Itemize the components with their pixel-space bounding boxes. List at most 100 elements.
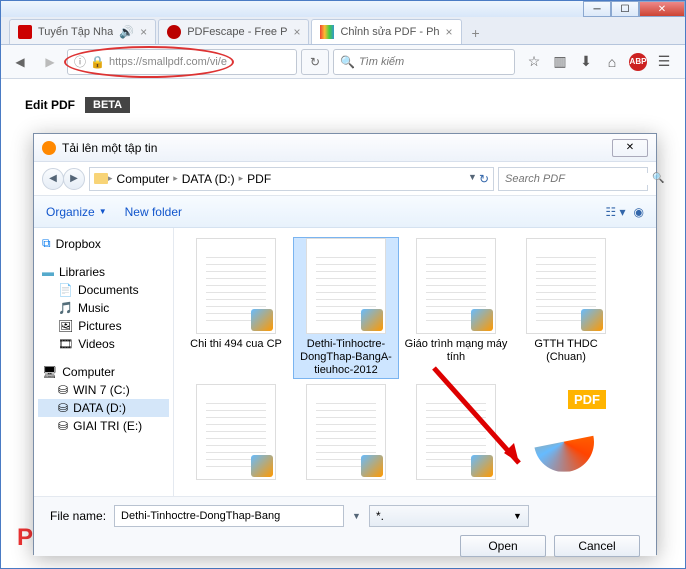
folder-search[interactable]: 🔍 <box>498 167 648 191</box>
cancel-button[interactable]: Cancel <box>554 535 640 557</box>
url-bar[interactable]: ⓘ 🔒 https://smallpdf.com/vi/e <box>67 49 297 75</box>
drive-icon: ⛁ <box>58 401 68 415</box>
breadcrumb-seg[interactable]: DATA (D:) <box>178 172 239 186</box>
file-label: Dethi-Tinhoctre-DongThap-BangA-tieuhoc-2… <box>294 338 398 378</box>
file-thumb <box>416 238 496 334</box>
search-box[interactable]: 🔍 <box>333 49 515 75</box>
file-item[interactable] <box>404 384 508 480</box>
tab-smallpdf[interactable]: Chỉnh sửa PDF - Ph × <box>311 19 461 44</box>
pdf-app-icon: PDF <box>526 384 606 480</box>
breadcrumb-seg[interactable]: PDF <box>243 172 275 186</box>
tree-videos[interactable]: 🎞Videos <box>38 335 169 353</box>
search-icon: 🔍 <box>652 173 664 184</box>
chevron-down-icon: ▼ <box>513 511 522 521</box>
folder-icon <box>94 173 108 184</box>
tree-computer[interactable]: 🖥Computer <box>38 363 169 381</box>
foxit-icon <box>581 309 603 331</box>
info-icon[interactable]: ⓘ <box>74 53 86 70</box>
foxit-icon <box>251 309 273 331</box>
chevron-down-icon[interactable]: ▼ <box>468 172 477 186</box>
foxit-icon <box>471 309 493 331</box>
firefox-icon <box>42 141 56 155</box>
dialog-body: ⧉Dropbox ▬Libraries 📄Documents 🎵Music 🖼P… <box>34 228 656 496</box>
reload-button[interactable]: ↻ <box>301 49 329 75</box>
menu-icon[interactable]: ☰ <box>655 53 673 71</box>
toolbar-icons: ☆ ▥ ⬇ ⌂ ABP ☰ <box>519 53 679 71</box>
dialog-close-button[interactable]: ✕ <box>612 139 648 157</box>
download-icon[interactable]: ⬇ <box>577 53 595 71</box>
url-text: https://smallpdf.com/vi/e <box>109 56 290 68</box>
organize-menu[interactable]: Organize ▼ <box>46 205 107 219</box>
chevron-down-icon: ▼ <box>99 207 107 216</box>
search-input[interactable] <box>359 56 508 68</box>
new-tab-button[interactable]: + <box>464 22 488 44</box>
folder-tree: ⧉Dropbox ▬Libraries 📄Documents 🎵Music 🖼P… <box>34 228 174 496</box>
file-item[interactable]: Giáo trình mạng máy tính <box>404 238 508 378</box>
speaker-icon: 🔊 <box>119 25 134 39</box>
home-icon[interactable]: ⌂ <box>603 53 621 71</box>
page-title: Edit PDF BETA <box>25 97 661 113</box>
minimize-button[interactable]: ─ <box>583 1 611 17</box>
filename-label: File name: <box>50 509 106 523</box>
filename-input[interactable] <box>114 505 344 527</box>
tree-dropbox[interactable]: ⧉Dropbox <box>38 234 169 253</box>
videos-icon: 🎞 <box>58 337 73 351</box>
maximize-button[interactable]: ☐ <box>611 1 639 17</box>
foxit-icon <box>471 455 493 477</box>
open-button[interactable]: Open <box>460 535 546 557</box>
file-item[interactable]: Chi thi 494 cua CP <box>184 238 288 378</box>
chevron-down-icon[interactable]: ▼ <box>352 511 361 521</box>
new-folder-button[interactable]: New folder <box>125 205 182 219</box>
tab-label: PDFescape - Free P <box>187 26 287 38</box>
file-item[interactable] <box>184 384 288 480</box>
tab-close-icon[interactable]: × <box>446 25 453 39</box>
tree-libraries[interactable]: ▬Libraries <box>38 263 169 281</box>
help-icon[interactable]: ◉ <box>634 205 644 219</box>
tree-music[interactable]: 🎵Music <box>38 299 169 317</box>
file-thumb <box>306 384 386 480</box>
file-open-dialog: Tải lên một tập tin ✕ ◀ ▶ ▸ Computer ▸ D… <box>33 133 657 555</box>
tab-strip: Tuyển Tập Nha 🔊 × PDFescape - Free P × C… <box>1 17 685 45</box>
bookmark-star-icon[interactable]: ☆ <box>525 53 543 71</box>
close-button[interactable]: ✕ <box>639 1 685 17</box>
tab-close-icon[interactable]: × <box>140 25 147 39</box>
file-item[interactable]: GTTH THDC (Chuan) <box>514 238 618 378</box>
lock-icon: 🔒 <box>90 55 105 69</box>
tab-youtube[interactable]: Tuyển Tập Nha 🔊 × <box>9 19 156 44</box>
filetype-value: *. <box>376 509 384 523</box>
tree-documents[interactable]: 📄Documents <box>38 281 169 299</box>
pictures-icon: 🖼 <box>58 319 73 333</box>
tab-pdfescape[interactable]: PDFescape - Free P × <box>158 19 309 44</box>
tab-label: Chỉnh sửa PDF - Ph <box>340 26 439 38</box>
forward-button[interactable]: ▶ <box>37 49 63 75</box>
tab-label: Tuyển Tập Nha <box>38 26 113 38</box>
file-thumb <box>416 384 496 480</box>
file-thumb <box>306 238 386 334</box>
browser-window: ─ ☐ ✕ Tuyển Tập Nha 🔊 × PDFescape - Free… <box>0 0 686 569</box>
refresh-icon[interactable]: ↻ <box>479 172 489 186</box>
adblock-icon[interactable]: ABP <box>629 53 647 71</box>
tab-close-icon[interactable]: × <box>293 25 300 39</box>
nav-forward-button[interactable]: ▶ <box>63 168 85 190</box>
view-menu-icon[interactable]: ☷ ▾ <box>605 205 625 219</box>
file-thumb <box>526 238 606 334</box>
file-item[interactable]: Dethi-Tinhoctre-DongThap-BangA-tieuhoc-2… <box>294 238 398 378</box>
file-label: Chi thi 494 cua CP <box>190 338 282 351</box>
tree-drive-e[interactable]: ⛁GIAI TRI (E:) <box>38 417 169 435</box>
sidebar-icon[interactable]: ▥ <box>551 53 569 71</box>
search-icon: 🔍 <box>340 55 355 69</box>
tree-pictures[interactable]: 🖼Pictures <box>38 317 169 335</box>
documents-icon: 📄 <box>58 283 73 297</box>
tree-drive-d[interactable]: ⛁DATA (D:) <box>38 399 169 417</box>
tree-drive-c[interactable]: ⛁WIN 7 (C:) <box>38 381 169 399</box>
back-button[interactable]: ◀ <box>7 49 33 75</box>
folder-search-input[interactable] <box>505 173 648 185</box>
breadcrumb[interactable]: ▸ Computer ▸ DATA (D:) ▸ PDF ▼ ↻ <box>89 167 494 191</box>
pdfescape-icon <box>167 25 181 39</box>
breadcrumb-seg[interactable]: Computer <box>113 172 174 186</box>
nav-back-button[interactable]: ◀ <box>42 168 64 190</box>
file-item[interactable] <box>294 384 398 480</box>
filetype-select[interactable]: *. ▼ <box>369 505 529 527</box>
youtube-icon <box>18 25 32 39</box>
file-item[interactable]: PDF <box>514 384 618 480</box>
